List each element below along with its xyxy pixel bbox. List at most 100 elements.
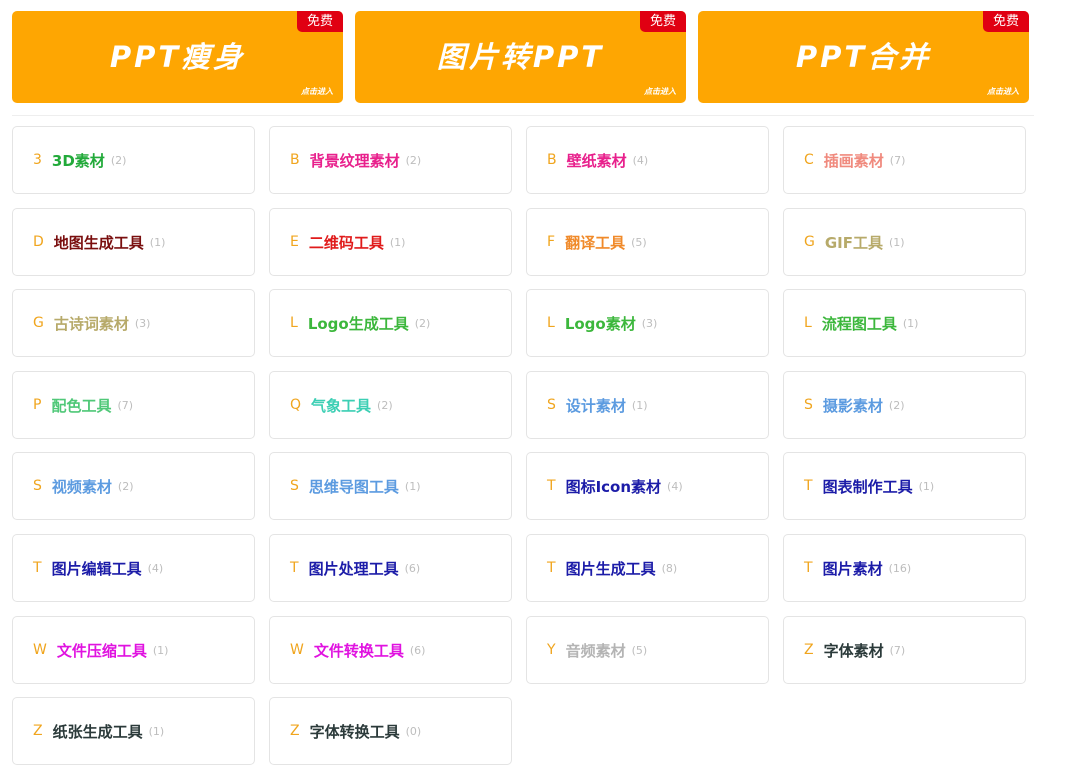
- category-letter: S: [290, 478, 299, 494]
- category-count: (2): [414, 316, 431, 330]
- category-card[interactable]: B 背景纹理素材 (2): [269, 126, 512, 194]
- category-card[interactable]: F 翻译工具 (5): [526, 208, 769, 276]
- category-name: GIF工具: [824, 233, 883, 252]
- category-name: 图标Icon素材: [565, 477, 662, 496]
- category-card[interactable]: T 图片处理工具 (6): [269, 534, 512, 602]
- banner-ppt-slim[interactable]: PPT瘦身 免费 点击进入: [12, 11, 343, 103]
- category-card[interactable]: Y 音频素材 (5): [526, 616, 769, 684]
- category-card[interactable]: L Logo素材 (3): [526, 289, 769, 357]
- category-name: 设计素材: [565, 396, 626, 415]
- category-card[interactable]: S 摄影素材 (2): [783, 371, 1026, 439]
- category-count: (4): [667, 479, 683, 493]
- category-count: (5): [631, 235, 647, 249]
- category-count: (1): [631, 398, 648, 412]
- category-letter: S: [33, 478, 42, 494]
- category-letter: G: [804, 234, 815, 250]
- category-name: Logo素材: [564, 314, 636, 333]
- banner-image-to-ppt[interactable]: 图片转PPT 免费 点击进入: [355, 11, 686, 103]
- category-card[interactable]: 3 3D素材 (2): [12, 126, 255, 194]
- category-name: 图片生成工具: [565, 559, 656, 578]
- category-name: Logo生成工具: [307, 314, 409, 333]
- category-name: 插画素材: [823, 151, 884, 170]
- category-letter: C: [804, 152, 814, 168]
- banner-ppt-merge[interactable]: PPT合并 免费 点击进入: [698, 11, 1029, 103]
- category-name: 思维导图工具: [308, 477, 399, 496]
- category-card[interactable]: C 插画素材 (7): [783, 126, 1026, 194]
- category-card[interactable]: Q 气象工具 (2): [269, 371, 512, 439]
- category-name: 翻译工具: [565, 233, 626, 252]
- category-letter: Z: [33, 723, 43, 739]
- category-count: (4): [632, 153, 649, 167]
- category-card[interactable]: P 配色工具 (7): [12, 371, 255, 439]
- category-count: (5): [631, 643, 648, 657]
- category-card[interactable]: S 设计素材 (1): [526, 371, 769, 439]
- category-count: (16): [888, 561, 912, 575]
- category-letter: E: [290, 234, 299, 250]
- banner-title: 图片转PPT: [436, 40, 605, 74]
- category-count: (2): [377, 398, 393, 412]
- category-count: (7): [889, 643, 906, 657]
- category-letter: D: [33, 234, 44, 250]
- category-letter: 3: [33, 152, 42, 168]
- category-name: 文件转换工具: [313, 641, 404, 660]
- enter-label: 点击进入: [644, 87, 676, 96]
- category-name: 纸张生成工具: [52, 722, 143, 741]
- banner-title: PPT合并: [795, 40, 932, 74]
- category-letter: G: [33, 315, 44, 331]
- category-letter: T: [547, 560, 556, 576]
- free-badge: 免费: [640, 11, 686, 32]
- category-count: (0): [405, 724, 422, 738]
- category-card[interactable]: L Logo生成工具 (2): [269, 289, 512, 357]
- category-letter: Z: [804, 642, 814, 658]
- category-card[interactable]: S 思维导图工具 (1): [269, 452, 512, 520]
- category-card[interactable]: D 地图生成工具 (1): [12, 208, 255, 276]
- category-card[interactable]: Z 纸张生成工具 (1): [12, 697, 255, 765]
- category-name: 文件压缩工具: [56, 641, 147, 660]
- category-name: 图片素材: [822, 559, 883, 578]
- category-card[interactable]: G GIF工具 (1): [783, 208, 1026, 276]
- category-card[interactable]: W 文件压缩工具 (1): [12, 616, 255, 684]
- category-card[interactable]: G 古诗词素材 (3): [12, 289, 255, 357]
- category-letter: T: [290, 560, 299, 576]
- tool-banners: PPT瘦身 免费 点击进入 图片转PPT 免费 点击进入 PPT合并 免费 点击…: [12, 11, 1029, 103]
- category-card[interactable]: W 文件转换工具 (6): [269, 616, 512, 684]
- category-letter: F: [547, 234, 556, 250]
- category-name: 流程图工具: [821, 314, 897, 333]
- category-letter: B: [547, 152, 557, 168]
- category-card[interactable]: E 二维码工具 (1): [269, 208, 512, 276]
- category-letter: W: [33, 642, 47, 658]
- category-card[interactable]: T 图片素材 (16): [783, 534, 1026, 602]
- category-letter: Y: [547, 642, 556, 658]
- category-count: (2): [117, 479, 134, 493]
- category-card[interactable]: B 壁纸素材 (4): [526, 126, 769, 194]
- free-badge: 免费: [983, 11, 1029, 32]
- category-name: 图片处理工具: [308, 559, 399, 578]
- category-count: (2): [110, 153, 127, 167]
- category-letter: T: [804, 560, 813, 576]
- category-card[interactable]: T 图标Icon素材 (4): [526, 452, 769, 520]
- category-count: (1): [902, 316, 919, 330]
- category-card[interactable]: T 图表制作工具 (1): [783, 452, 1026, 520]
- category-name: 视频素材: [51, 477, 112, 496]
- category-count: (6): [404, 561, 421, 575]
- category-count: (7): [889, 153, 906, 167]
- category-count: (1): [889, 235, 905, 249]
- category-letter: Z: [290, 723, 300, 739]
- category-count: (1): [152, 643, 169, 657]
- category-name: 地图生成工具: [53, 233, 144, 252]
- category-card[interactable]: S 视频素材 (2): [12, 452, 255, 520]
- category-count: (3): [641, 316, 658, 330]
- category-count: (4): [147, 561, 164, 575]
- enter-label: 点击进入: [987, 87, 1019, 96]
- free-badge: 免费: [297, 11, 343, 32]
- category-letter: S: [547, 397, 556, 413]
- category-count: (6): [409, 643, 426, 657]
- category-card[interactable]: Z 字体素材 (7): [783, 616, 1026, 684]
- category-card[interactable]: Z 字体转换工具 (0): [269, 697, 512, 765]
- category-card[interactable]: L 流程图工具 (1): [783, 289, 1026, 357]
- category-name: 图片编辑工具: [51, 559, 142, 578]
- category-letter: Q: [290, 397, 302, 413]
- category-letter: S: [804, 397, 813, 413]
- category-card[interactable]: T 图片生成工具 (8): [526, 534, 769, 602]
- category-card[interactable]: T 图片编辑工具 (4): [12, 534, 255, 602]
